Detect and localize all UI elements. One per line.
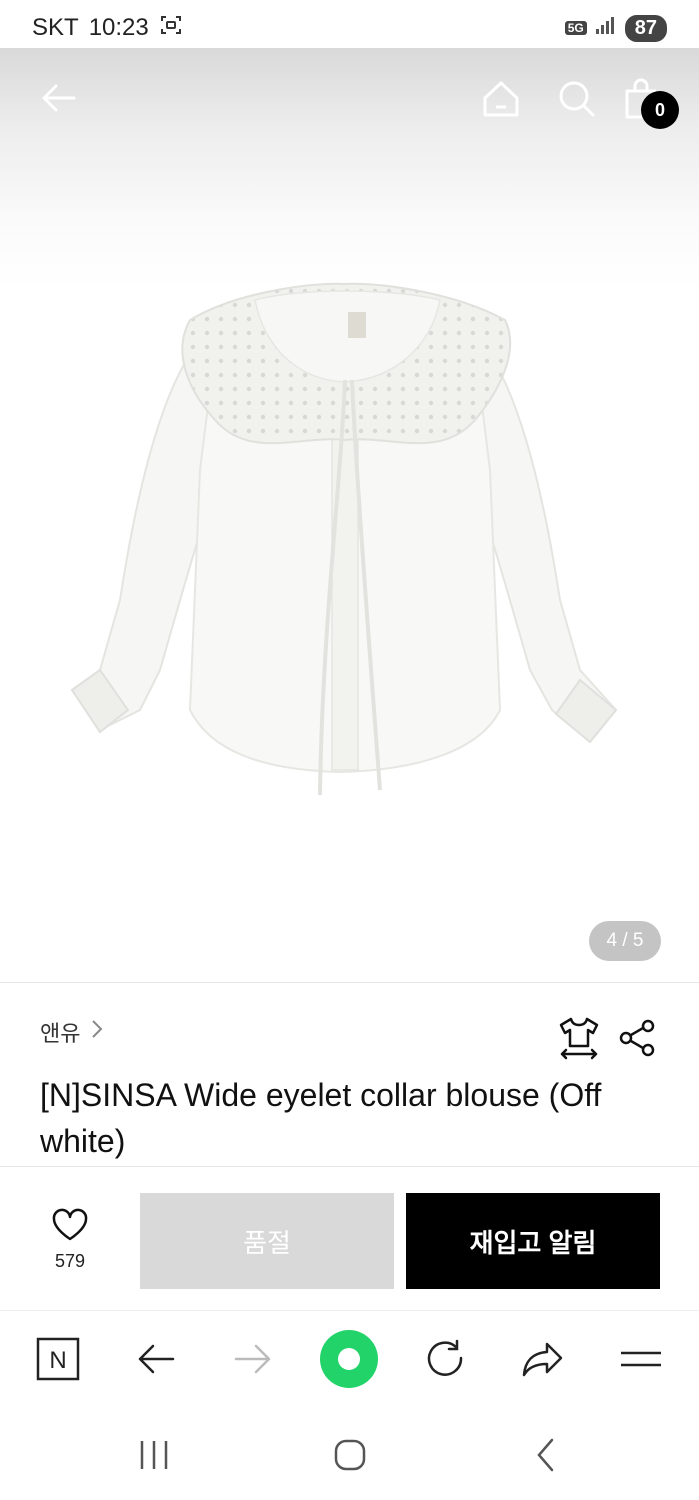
svg-text:N: N (49, 1347, 66, 1374)
clock: 10:23 (88, 14, 149, 41)
cart-count-badge[interactable]: 0 (641, 91, 679, 129)
recent-apps-icon[interactable] (124, 1430, 184, 1480)
back-icon[interactable] (128, 1331, 184, 1387)
product-image (60, 270, 630, 815)
back-arrow-icon[interactable] (36, 76, 80, 120)
size-guide-icon[interactable] (558, 1016, 600, 1065)
soldout-button[interactable]: 품절 (140, 1193, 394, 1289)
system-back-icon[interactable] (516, 1430, 576, 1480)
share-forward-icon[interactable] (515, 1331, 571, 1387)
search-icon[interactable] (554, 76, 600, 122)
home-icon[interactable] (478, 76, 524, 122)
top-nav (0, 48, 699, 148)
naver-home-icon[interactable]: N (30, 1331, 86, 1387)
brand-link[interactable]: 앤유 (40, 1016, 104, 1048)
restock-alert-button[interactable]: 재입고 알림 (406, 1193, 660, 1289)
home-button-icon[interactable] (320, 1430, 380, 1480)
signal-icon (595, 14, 617, 42)
system-navigation (0, 1406, 699, 1500)
gallery-pager: 4 / 5 (589, 921, 661, 961)
battery-indicator: 87 (624, 14, 667, 42)
heart-icon (51, 1208, 89, 1246)
divider (0, 1166, 699, 1167)
divider (0, 982, 699, 983)
menu-icon[interactable] (613, 1331, 669, 1387)
forward-icon[interactable] (225, 1331, 281, 1387)
browser-toolbar: N (0, 1310, 699, 1406)
chevron-right-icon (90, 1018, 104, 1046)
screenshot-icon (159, 13, 183, 44)
like-button[interactable]: 579 (40, 1208, 100, 1272)
carrier-label: SKT (32, 14, 79, 41)
like-count: 579 (54, 1251, 86, 1271)
network-badge: 5G (564, 21, 587, 35)
green-dot-icon[interactable] (318, 1328, 380, 1390)
product-title: [N]SINSA Wide eyelet collar blouse (Off … (40, 1077, 602, 1159)
brand-name: 앤유 (40, 1021, 81, 1046)
share-icon[interactable] (618, 1018, 658, 1063)
refresh-icon[interactable] (418, 1331, 474, 1387)
